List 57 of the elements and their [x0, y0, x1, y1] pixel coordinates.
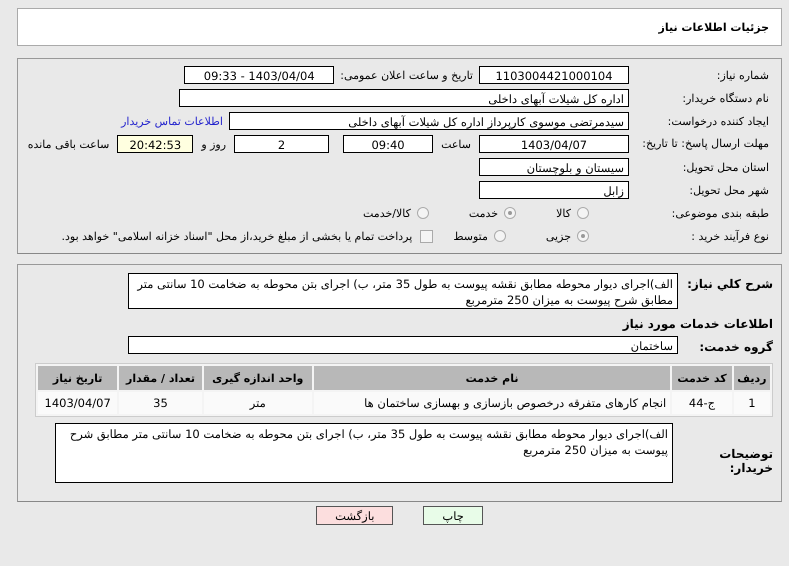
radio-label: خدمت	[468, 206, 498, 220]
radio-button[interactable]	[577, 230, 589, 242]
contact-link[interactable]: اطلاعات تماس خریدار	[121, 114, 223, 128]
radio-label: کالا/خدمت	[363, 206, 411, 220]
field-label: نام دستگاه خریدار:	[681, 92, 770, 104]
print-button[interactable]: چاپ	[423, 506, 483, 525]
field-label: ساعت	[441, 138, 471, 150]
notes-textarea[interactable]: الف)اجرای دیوار محوطه مطابق نقشه پیوست به طول 35 متر، ب) اجرای بتن محوطه به ضخامت 10 سانتی متر مطابق شرح پیوست به میزان 250 مترمربع	[55, 423, 673, 483]
field-label: ساعت باقی مانده	[28, 138, 110, 150]
column-header: نام خدمت	[314, 366, 670, 390]
field-label: شهر محل تحویل:	[688, 184, 770, 196]
field-label: شماره نیاز:	[716, 68, 770, 82]
field-label: ایجاد کننده درخواست:	[666, 114, 770, 128]
table-cell: 35	[119, 392, 202, 414]
text-field[interactable]: ساختمان	[128, 336, 678, 354]
radio-label: جزیی	[546, 230, 571, 242]
field-label: مهلت ارسال پاسخ: تا تاریخ:	[641, 137, 770, 151]
radio-button[interactable]	[494, 230, 506, 242]
table-cell: 1403/04/07	[38, 392, 118, 414]
column-header: واحد اندازه گیری	[204, 366, 312, 390]
table-cell: ج-44	[672, 392, 732, 414]
page-title: جزئیات اطلاعات نیاز	[658, 20, 769, 34]
text-field[interactable]: اداره کل شیلات آبهای داخلی	[179, 89, 629, 107]
time-field[interactable]: 09:40	[343, 135, 434, 153]
column-header: کد خدمت	[672, 366, 732, 390]
radio-button[interactable]	[504, 207, 516, 219]
section-title: اطلاعات خدمات مورد نیاز	[622, 316, 773, 331]
back-button[interactable]: بازگشت	[316, 506, 394, 525]
date-field[interactable]: 1403/04/07	[479, 135, 629, 153]
column-header: تعداد / مقدار	[119, 366, 202, 390]
radio-label: کالا	[556, 206, 571, 220]
field-label: استان محل تحویل:	[682, 160, 770, 174]
radio-button[interactable]	[416, 207, 429, 219]
days-field[interactable]: 2	[234, 135, 330, 153]
description-textarea[interactable]: الف)اجرای دیوار محوطه مطابق نقشه پیوست به طول 35 متر، ب) اجرای بتن محوطه به ضخامت 10 سانتی متر مطابق شرح پیوست به میزان 250 مترمربع	[128, 273, 678, 309]
column-header: تاریخ نیاز	[38, 366, 118, 390]
field-label: طبقه بندی موضوعی:	[670, 206, 770, 220]
field-label: روز و	[201, 138, 226, 150]
text-field[interactable]: سیستان و بلوچستان	[479, 158, 629, 176]
text-field[interactable]: زابل	[479, 181, 629, 199]
field-label: نوع فرآیند خرید :	[690, 230, 770, 242]
text-field[interactable]: 1403/04/04 - 09:33	[184, 66, 334, 84]
checkbox[interactable]	[420, 230, 434, 242]
table-cell: متر	[204, 392, 312, 414]
table-cell: 1	[734, 392, 770, 414]
column-header: ردیف	[734, 366, 770, 390]
field-label: شرح کلي نياز:	[686, 276, 773, 291]
field-label: گروه خدمت:	[698, 339, 773, 354]
field-label: تاریخ و ساعت اعلان عمومی:	[340, 68, 473, 82]
text-field[interactable]: 1103004421000104	[479, 66, 629, 84]
countdown-field: 20:42:53	[117, 135, 194, 153]
radio-button[interactable]	[577, 207, 589, 219]
field-label: توضیحات خریدار:	[718, 446, 773, 475]
text-field[interactable]: سیدمرتضی موسوی کارپرداز اداره کل شیلات آبهای داخلی	[229, 112, 629, 130]
checkbox-label: پرداخت تمام یا بخشی از مبلغ خرید،از محل "اسناد خزانه اسلامی" خواهد بود.	[62, 230, 412, 242]
radio-label: متوسط	[453, 230, 488, 242]
table-cell: انجام کارهای متفرقه درخصوص بازسازی و بهسازی ساختمان ها	[314, 392, 670, 414]
